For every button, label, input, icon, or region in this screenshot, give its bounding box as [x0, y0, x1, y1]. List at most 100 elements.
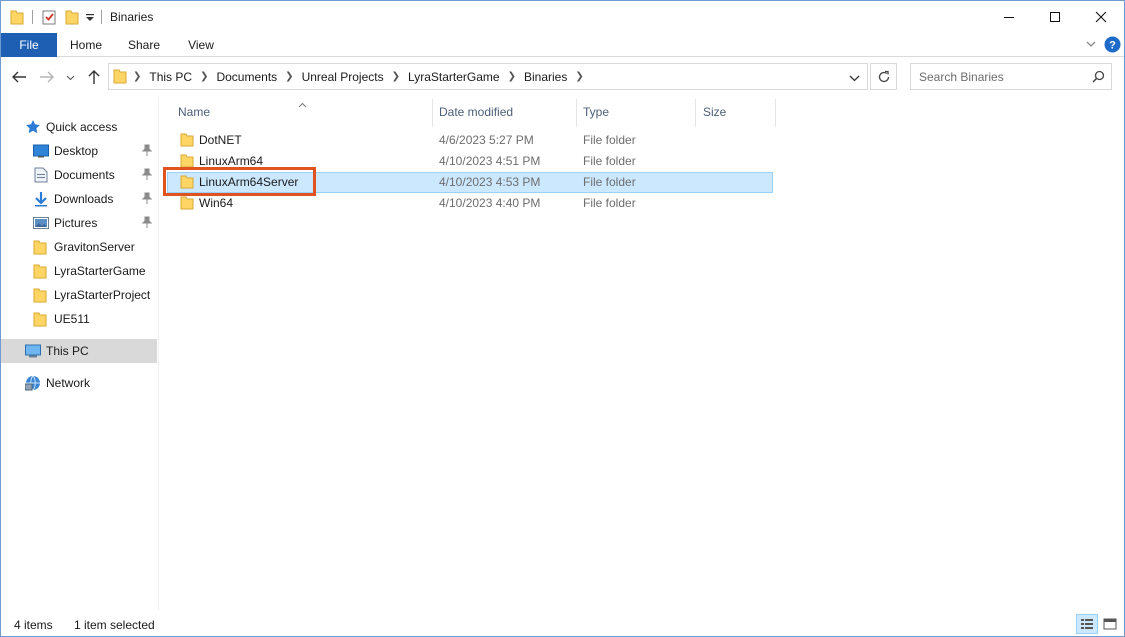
sidebar-item-label: GravitonServer	[54, 240, 135, 254]
star-icon	[25, 119, 41, 135]
sidebar-item-label: Quick access	[46, 120, 118, 134]
column-divider[interactable]	[775, 99, 776, 127]
sidebar-item-lyrastartergame[interactable]: LyraStarterGame	[1, 259, 157, 283]
refresh-icon	[878, 70, 889, 82]
chevron-right-icon[interactable]: ❯	[129, 71, 145, 82]
downloads-icon	[33, 191, 49, 207]
tab-view[interactable]: View	[177, 33, 225, 57]
recent-locations-button[interactable]	[63, 67, 77, 87]
column-divider[interactable]	[432, 99, 433, 127]
back-button[interactable]	[9, 67, 29, 87]
pin-icon[interactable]	[141, 216, 153, 231]
help-icon[interactable]: ?	[1104, 36, 1121, 56]
file-row-dotnet[interactable]: DotNET 4/6/2023 5:27 PM File folder	[167, 130, 773, 151]
separator	[101, 10, 102, 24]
sidebar-item-desktop[interactable]: Desktop	[1, 139, 157, 163]
arrow-up-icon	[88, 70, 100, 84]
address-row: ❯ This PC ❯ Documents ❯ Unreal Projects …	[1, 57, 1124, 97]
chevron-right-icon[interactable]: ❯	[571, 71, 587, 82]
file-name: Win64	[199, 196, 234, 210]
chevron-right-icon[interactable]: ❯	[504, 71, 520, 82]
network-icon	[24, 375, 41, 391]
arrow-left-icon	[12, 71, 26, 83]
documents-icon	[33, 167, 49, 183]
separator	[32, 10, 33, 24]
breadcrumb: ❯ This PC ❯ Documents ❯ Unreal Projects …	[129, 64, 588, 89]
folder-icon	[33, 263, 49, 279]
desktop-icon	[33, 143, 49, 159]
sidebar-item-network[interactable]: Network	[1, 371, 157, 395]
folder-icon	[33, 311, 49, 327]
address-dropdown-icon[interactable]	[849, 72, 860, 86]
pin-icon[interactable]	[141, 144, 153, 159]
address-bar[interactable]: ❯ This PC ❯ Documents ❯ Unreal Projects …	[108, 63, 868, 90]
close-icon	[1095, 11, 1107, 23]
sidebar-item-ue511[interactable]: UE511	[1, 307, 157, 331]
sidebar-item-documents[interactable]: Documents	[1, 163, 157, 187]
file-date: 4/6/2023 5:27 PM	[439, 133, 534, 147]
sidebar-item-this-pc[interactable]: This PC	[1, 339, 157, 363]
breadcrumb-unreal-projects[interactable]: Unreal Projects	[298, 70, 388, 84]
sidebar-item-label: LyraStarterGame	[54, 264, 146, 278]
breadcrumb-documents[interactable]: Documents	[212, 70, 281, 84]
minimize-button[interactable]	[986, 1, 1032, 33]
file-date: 4/10/2023 4:53 PM	[439, 175, 541, 189]
arrow-right-icon	[40, 71, 54, 83]
breadcrumb-binaries[interactable]: Binaries	[520, 70, 571, 84]
computer-icon	[25, 343, 41, 359]
search-input[interactable]	[911, 64, 1086, 89]
refresh-button[interactable]	[870, 63, 897, 90]
details-view-button[interactable]	[1076, 614, 1098, 634]
tab-home[interactable]: Home	[61, 33, 111, 57]
breadcrumb-this-pc[interactable]: This PC	[145, 70, 196, 84]
pin-icon[interactable]	[141, 168, 153, 183]
column-header-name[interactable]: Name	[178, 101, 428, 125]
chevron-right-icon[interactable]: ❯	[281, 71, 297, 82]
column-divider[interactable]	[576, 99, 577, 127]
search-icon[interactable]	[1092, 70, 1105, 86]
close-button[interactable]	[1078, 1, 1124, 33]
tab-share[interactable]: Share	[119, 33, 169, 57]
highlight-annotation	[163, 167, 316, 196]
item-count: 4 items	[14, 618, 53, 632]
sidebar-item-gravitonserver[interactable]: GravitonServer	[1, 235, 157, 259]
status-bar: 4 items 1 item selected	[1, 610, 1124, 636]
folder-icon	[113, 68, 127, 87]
customize-toolbar-icon[interactable]	[85, 12, 95, 26]
column-divider[interactable]	[695, 99, 696, 127]
folder-icon	[33, 287, 49, 303]
large-icons-view-button[interactable]	[1099, 614, 1121, 634]
window-title: Binaries	[110, 10, 154, 24]
sidebar-item-pictures[interactable]: Pictures	[1, 211, 157, 235]
file-type: File folder	[583, 175, 636, 189]
maximize-button[interactable]	[1032, 1, 1078, 33]
up-button[interactable]	[84, 67, 104, 87]
search-box[interactable]	[910, 63, 1112, 90]
chevron-right-icon[interactable]: ❯	[196, 71, 212, 82]
file-row-win64[interactable]: Win64 4/10/2023 4:40 PM File folder	[167, 193, 773, 214]
pin-icon[interactable]	[141, 192, 153, 207]
column-header-size[interactable]: Size	[703, 101, 773, 125]
file-date: 4/10/2023 4:40 PM	[439, 196, 541, 210]
file-name: LinuxArm64	[199, 154, 264, 168]
chevron-right-icon[interactable]: ❯	[388, 71, 404, 82]
expand-ribbon-icon[interactable]	[1085, 38, 1097, 53]
sidebar-item-quick-access[interactable]: Quick access	[1, 115, 157, 139]
sidebar-item-downloads[interactable]: Downloads	[1, 187, 157, 211]
sidebar-item-label: Desktop	[54, 144, 99, 158]
sidebar-item-lyrastarterproject[interactable]: LyraStarterProject	[1, 283, 157, 307]
folder-icon	[33, 239, 49, 255]
details-view-icon	[1081, 619, 1093, 629]
sidebar-item-label: UE511	[54, 312, 90, 326]
folder-icon	[10, 9, 24, 28]
forward-button[interactable]	[37, 67, 57, 87]
properties-icon[interactable]	[42, 9, 57, 28]
column-header-date-modified[interactable]: Date modified	[439, 101, 574, 125]
file-name: DotNET	[199, 133, 242, 147]
tab-file[interactable]: File	[1, 33, 57, 57]
file-date: 4/10/2023 4:51 PM	[439, 154, 541, 168]
new-folder-icon[interactable]	[65, 9, 79, 28]
breadcrumb-lyrastartergame[interactable]: LyraStarterGame	[404, 70, 504, 84]
sidebar-item-label: LyraStarterProject	[54, 288, 151, 302]
column-header-type[interactable]: Type	[583, 101, 693, 125]
